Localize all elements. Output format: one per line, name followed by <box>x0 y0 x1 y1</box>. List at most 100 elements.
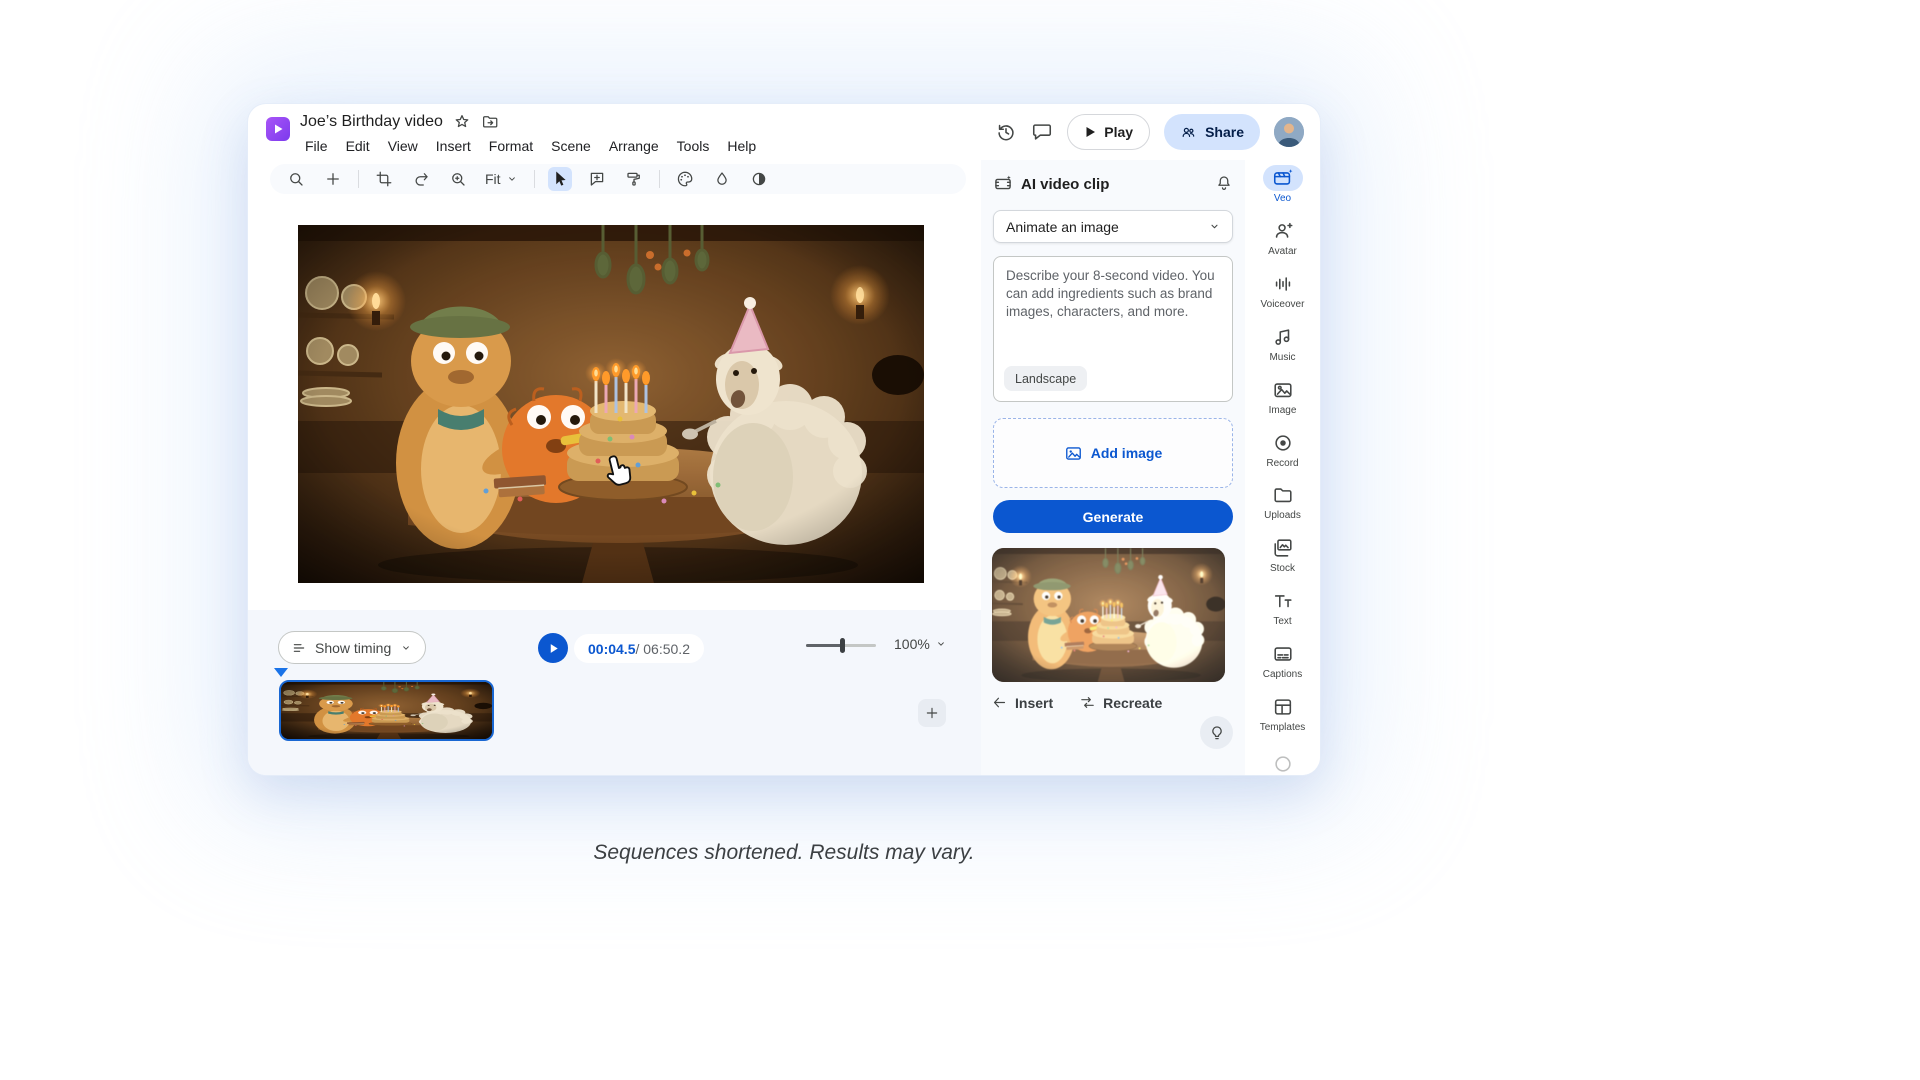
menu-tools[interactable]: Tools <box>670 136 717 156</box>
zoom-in-icon[interactable] <box>446 167 470 191</box>
avatar[interactable] <box>1274 117 1304 147</box>
insert-button[interactable]: Insert <box>991 694 1053 711</box>
zoom-level-dropdown[interactable]: 100% <box>894 636 948 652</box>
show-timing-label: Show timing <box>315 640 391 656</box>
fit-dropdown[interactable]: Fit <box>483 171 521 187</box>
star-icon[interactable] <box>453 113 471 131</box>
voiceover-icon <box>1272 273 1294 295</box>
toolbar-divider <box>358 170 359 188</box>
record-icon <box>1272 432 1294 454</box>
add-scene-button[interactable] <box>918 699 946 727</box>
toolbar-divider <box>659 170 660 188</box>
rail-label: Record <box>1266 458 1298 469</box>
zoom-slider[interactable] <box>806 644 876 647</box>
rail-item-stock[interactable]: Stock <box>1245 535 1320 575</box>
timing-list-icon <box>291 640 307 656</box>
share-button[interactable]: Share <box>1164 114 1260 150</box>
theme-colors-icon[interactable] <box>673 167 697 191</box>
notifications-bell-icon[interactable] <box>1215 174 1233 192</box>
paint-format-icon[interactable] <box>622 167 646 191</box>
veo-icon <box>1272 167 1294 189</box>
document-title[interactable]: Joe’s Birthday video <box>300 113 443 131</box>
rail-item-text[interactable]: Text <box>1245 588 1320 628</box>
rail-label: Uploads <box>1264 510 1301 521</box>
total-time: / 06:50.2 <box>635 641 690 657</box>
rail-item-templates[interactable]: Templates <box>1245 694 1320 734</box>
play-icon <box>548 643 559 654</box>
scene-image <box>298 225 924 583</box>
rail-item-music[interactable]: Music <box>1245 324 1320 364</box>
tools-rail: Veo Avatar Voiceover Music <box>1245 160 1320 775</box>
arrow-left-icon <box>991 694 1008 711</box>
share-people-icon <box>1180 124 1197 141</box>
add-image-label: Add image <box>1091 445 1163 461</box>
zoom-slider-track <box>806 644 876 647</box>
captions-icon <box>1272 643 1294 665</box>
page: Joe’s Birthday video File Edit View Inse… <box>0 0 1920 1080</box>
version-history-icon[interactable] <box>995 121 1017 143</box>
aspect-ratio-chip[interactable]: Landscape <box>1004 366 1087 391</box>
menu-insert[interactable]: Insert <box>429 136 478 156</box>
search-icon[interactable] <box>284 167 308 191</box>
add-icon[interactable] <box>321 167 345 191</box>
play-button[interactable]: Play <box>1067 114 1150 150</box>
preview-image <box>992 548 1225 682</box>
tips-button[interactable] <box>1200 716 1233 749</box>
playhead-marker[interactable] <box>274 668 288 677</box>
recreate-button[interactable]: Recreate <box>1079 694 1162 711</box>
add-image-button[interactable]: Add image <box>993 418 1233 488</box>
zoom-slider-fill <box>806 644 842 647</box>
rail-item-image[interactable]: Image <box>1245 377 1320 417</box>
generate-button[interactable]: Generate <box>993 500 1233 533</box>
select-tool-icon[interactable] <box>548 167 572 191</box>
transparency-icon[interactable] <box>747 167 771 191</box>
rail-label: Voiceover <box>1261 299 1305 310</box>
generated-preview-thumbnail[interactable] <box>992 548 1225 682</box>
mode-selected-label: Animate an image <box>1006 219 1119 235</box>
timeline-clip-thumbnail[interactable] <box>279 680 494 741</box>
menu-format[interactable]: Format <box>482 136 540 156</box>
play-button-label: Play <box>1104 124 1133 140</box>
mode-dropdown[interactable]: Animate an image <box>993 210 1233 243</box>
menu-arrange[interactable]: Arrange <box>602 136 666 156</box>
menu-file[interactable]: File <box>298 136 335 156</box>
zoom-level: 100% <box>894 636 930 652</box>
rail-item-uploads[interactable]: Uploads <box>1245 482 1320 522</box>
clip-filmstrip-image <box>281 682 492 739</box>
chevron-down-icon <box>505 172 519 186</box>
timeline-play-button[interactable] <box>538 633 568 663</box>
fill-color-icon[interactable] <box>710 167 734 191</box>
menu-help[interactable]: Help <box>720 136 763 156</box>
redo-icon[interactable] <box>409 167 433 191</box>
chevron-down-icon <box>399 641 413 655</box>
ai-clip-icon <box>993 174 1013 194</box>
rail-item-avatar[interactable]: Avatar <box>1245 218 1320 258</box>
rail-item-voiceover[interactable]: Voiceover <box>1245 271 1320 311</box>
image-add-icon <box>1064 444 1083 463</box>
crop-icon[interactable] <box>372 167 396 191</box>
move-folder-icon[interactable] <box>481 113 499 131</box>
show-timing-dropdown[interactable]: Show timing <box>278 631 426 664</box>
swap-arrows-icon <box>1079 694 1096 711</box>
plus-icon <box>924 705 940 721</box>
comments-icon[interactable] <box>1031 121 1053 143</box>
ai-video-panel: AI video clip Animate an image Landscape… <box>981 160 1245 775</box>
add-comment-icon[interactable] <box>585 167 609 191</box>
text-icon <box>1272 590 1294 612</box>
panel-title: AI video clip <box>1021 176 1109 193</box>
prompt-input[interactable] <box>994 257 1232 357</box>
rail-item-record[interactable]: Record <box>1245 430 1320 470</box>
more-tools-icon[interactable] <box>1272 753 1294 775</box>
menu-scene[interactable]: Scene <box>544 136 598 156</box>
rail-item-captions[interactable]: Captions <box>1245 641 1320 681</box>
rail-label: Veo <box>1274 193 1291 204</box>
zoom-slider-handle[interactable] <box>840 638 845 653</box>
aspect-ratio-label: Landscape <box>1015 372 1076 386</box>
rail-item-veo[interactable]: Veo <box>1245 165 1320 205</box>
scene-canvas[interactable] <box>298 225 924 583</box>
menu-view[interactable]: View <box>381 136 425 156</box>
vids-logo-icon[interactable] <box>266 117 290 141</box>
chevron-down-icon <box>934 637 948 651</box>
play-icon <box>1084 126 1096 138</box>
menu-edit[interactable]: Edit <box>339 136 377 156</box>
